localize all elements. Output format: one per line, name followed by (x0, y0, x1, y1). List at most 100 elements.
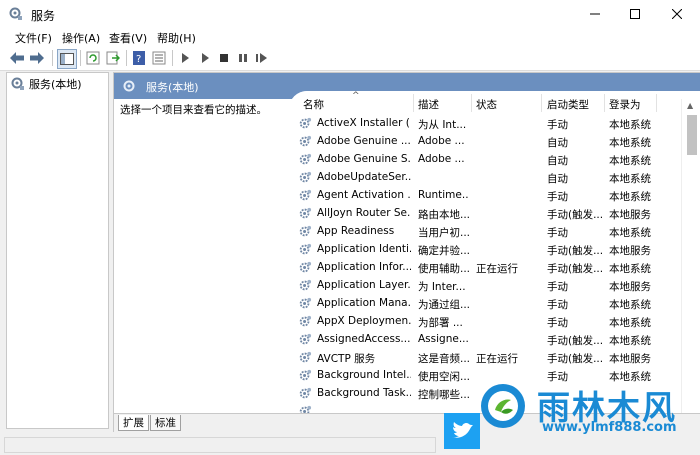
service-gear-icon (299, 351, 312, 363)
service-startup-cell: 手动(触发... (547, 245, 603, 257)
service-gear-icon (299, 315, 312, 327)
service-startup-cell: 手动 (547, 299, 568, 311)
service-row[interactable]: ActiveX Installer (... 为从 Int... 手动 本地系统 (289, 115, 684, 133)
back-arrow-icon (10, 52, 24, 64)
service-startup-cell: 手动 (547, 317, 568, 329)
service-logon-cell: 本地系统 (609, 191, 651, 203)
menu-file[interactable]: 文件(F) (15, 30, 52, 46)
service-startup-cell: 手动(触发... (547, 263, 603, 275)
service-description-cell: 为部署 ... (418, 317, 463, 329)
export-list-button[interactable] (104, 49, 122, 67)
show-console-tree-button[interactable] (57, 49, 77, 69)
service-row[interactable]: Application Infor... 使用辅助... 正在运行 手动(触发... 本… (289, 259, 684, 277)
properties-button[interactable] (150, 49, 168, 67)
service-description-cell: Assigne... (418, 333, 469, 345)
service-logon-cell: 本地服务 (609, 281, 651, 293)
tree-item-label: 服务(本地) (29, 78, 82, 91)
stop-service-button[interactable] (215, 49, 233, 67)
service-description-cell: 这是音频... (418, 353, 469, 365)
vertical-scrollbar[interactable]: ▲ (681, 99, 700, 414)
service-startup-cell: 手动 (547, 119, 568, 131)
service-description-cell: 使用辅助... (418, 263, 469, 275)
service-logon-cell: 本地服务 (609, 209, 651, 221)
service-logon-cell: 本地系统 (609, 317, 651, 329)
service-row[interactable]: AssignedAccess... Assigne... 手动(触发... 本地系统 (289, 331, 684, 349)
service-logon-cell: 本地系统 (609, 335, 651, 347)
column-header-description[interactable]: 描述 (418, 97, 439, 112)
service-row[interactable]: Application Mana... 为通过组... 手动 本地系统 (289, 295, 684, 313)
service-gear-icon (299, 225, 312, 237)
title-bar: 服务 (0, 0, 700, 28)
close-button[interactable] (654, 0, 700, 28)
window-title: 服务 (31, 9, 56, 23)
column-header-log-on-as[interactable]: 登录为 (609, 97, 641, 112)
pause-service-button[interactable] (234, 49, 252, 67)
service-status-cell: 正在运行 (476, 353, 518, 365)
service-startup-cell: 自动 (547, 155, 568, 167)
scroll-thumb[interactable] (687, 115, 697, 155)
service-row[interactable]: Agent Activation ... Runtime... 手动 本地系统 (289, 187, 684, 205)
column-header-startup-type[interactable]: 启动类型 (547, 97, 589, 112)
service-name-cell: Application Layer... (317, 279, 411, 291)
start-service-alt-button[interactable] (196, 49, 214, 67)
services-list: ^ 名称 描述 状态 启动类型 登录为 ActiveX Installer (.… (289, 91, 700, 413)
service-row[interactable]: AVCTP 服务 这是音频... 正在运行 手动(触发... 本地服务 (289, 349, 684, 367)
service-description-cell: 确定并验... (418, 245, 469, 257)
service-row[interactable]: AllJoyn Router Se... 路由本地... 手动(触发... 本地服务 (289, 205, 684, 223)
details-header-title: 服务(本地) (146, 81, 199, 94)
watermark-url: www.ylmf888.com (542, 420, 677, 435)
restart-service-button[interactable] (253, 49, 271, 67)
service-gear-icon (299, 135, 312, 147)
service-description: 选择一个项目来查看它的描述。 (120, 104, 267, 116)
service-row[interactable]: AdobeUpdateSer... 自动 本地系统 (289, 169, 684, 187)
tree-item-services-local[interactable]: 服务(本地) (11, 76, 82, 92)
service-row[interactable]: App Readiness 当用户初... 手动 本地系统 (289, 223, 684, 241)
service-row[interactable]: AppX Deploymen... 为部署 ... 手动 本地系统 (289, 313, 684, 331)
service-row[interactable]: Adobe Genuine ... Adobe ... 自动 本地系统 (289, 133, 684, 151)
service-description-cell: Runtime... (418, 189, 469, 201)
menu-action[interactable]: 操作(A) (62, 30, 100, 46)
service-name-cell: AssignedAccess... (317, 333, 411, 345)
service-gear-icon (299, 117, 312, 129)
tab-standard[interactable]: 标准 (150, 415, 181, 431)
service-gear-icon (299, 207, 312, 219)
service-logon-cell: 本地系统 (609, 173, 651, 185)
service-gear-icon (299, 333, 312, 345)
column-headers: ^ 名称 描述 状态 启动类型 登录为 (289, 91, 700, 113)
services-icon (9, 7, 22, 20)
service-name-cell: Agent Activation ... (317, 189, 411, 201)
forward-button[interactable] (28, 49, 46, 67)
column-header-name[interactable]: 名称 (303, 97, 324, 112)
tab-extended[interactable]: 扩展 (118, 415, 149, 431)
service-name-cell: AVCTP 服务 (317, 353, 376, 365)
menu-view[interactable]: 查看(V) (109, 30, 147, 46)
service-description-cell: 为 Inter... (418, 281, 466, 293)
service-name-cell: AllJoyn Router Se... (317, 207, 411, 219)
service-description-cell: Adobe ... (418, 153, 465, 165)
service-row[interactable]: Application Layer... 为 Inter... 手动 本地服务 (289, 277, 684, 295)
service-row[interactable]: Application Identi... 确定并验... 手动(触发... 本地服务 (289, 241, 684, 259)
menu-bar: 文件(F) 操作(A) 查看(V) 帮助(H) (0, 28, 700, 46)
export-list-icon (106, 51, 120, 65)
menu-help[interactable]: 帮助(H) (157, 30, 196, 46)
play-icon (202, 53, 209, 63)
maximize-button[interactable] (612, 0, 658, 28)
service-startup-cell: 手动 (547, 281, 568, 293)
refresh-button[interactable] (84, 49, 102, 67)
service-name-cell: Application Mana... (317, 297, 411, 309)
help-button[interactable]: ? (130, 49, 148, 67)
service-gear-icon (299, 189, 312, 201)
column-header-status[interactable]: 状态 (476, 97, 497, 112)
start-service-button[interactable] (176, 49, 194, 67)
service-startup-cell: 手动 (547, 227, 568, 239)
service-name-cell: Background Intel... (317, 369, 411, 381)
scroll-up-icon[interactable]: ▲ (687, 101, 693, 110)
service-logon-cell: 本地系统 (609, 227, 651, 239)
pause-icon (239, 54, 247, 62)
service-row[interactable]: Adobe Genuine S... Adobe ... 自动 本地系统 (289, 151, 684, 169)
service-description-cell: 路由本地... (418, 209, 469, 221)
back-button[interactable] (8, 49, 26, 67)
play-icon (182, 53, 189, 63)
service-name-cell: Adobe Genuine S... (317, 153, 411, 165)
service-name-cell: App Readiness (317, 225, 395, 237)
